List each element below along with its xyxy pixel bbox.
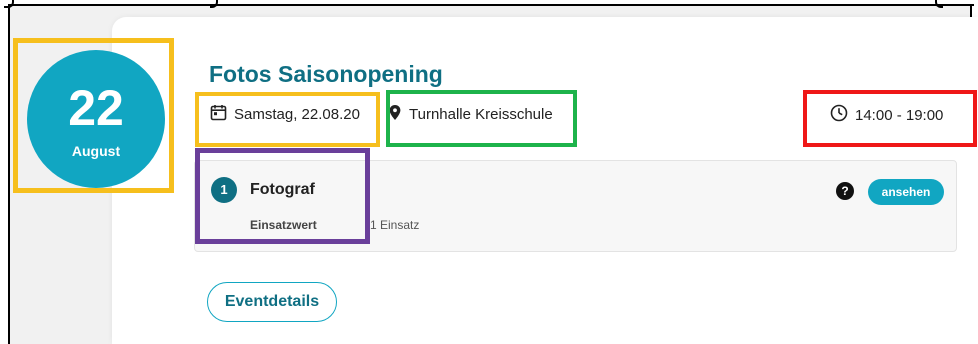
task-value: 1 Einsatz — [370, 218, 420, 232]
task-title: Fotograf — [250, 181, 315, 198]
event-month: August — [71, 143, 121, 159]
task-number-badge: 1 — [211, 177, 237, 203]
frame-top-border — [8, 4, 974, 6]
frame-left-border — [8, 4, 10, 344]
event-date-label: Samstag, 22.08.20 — [234, 106, 360, 123]
event-day: 22 — [68, 80, 124, 136]
question-icon[interactable]: ? — [836, 182, 854, 200]
screenshot-frame: 22 August Fotos Saisonopening Samstag, 2… — [0, 0, 978, 344]
event-location-label: Turnhalle Kreisschule — [409, 106, 553, 123]
task-card: 1 Fotograf Einsatzwert 1 Einsatz ? anseh… — [194, 160, 957, 252]
task-value-label: Einsatzwert — [250, 218, 317, 232]
clock-icon — [830, 104, 848, 126]
calendar-icon — [210, 104, 227, 125]
location-pin-icon — [388, 104, 402, 125]
event-title: Fotos Saisonopening — [209, 61, 443, 87]
event-location: Turnhalle Kreisschule — [388, 104, 553, 125]
event-time-label: 14:00 - 19:00 — [855, 106, 944, 124]
event-details-button[interactable]: Eventdetails — [207, 282, 337, 322]
view-task-button[interactable]: ansehen — [868, 179, 944, 205]
event-date: Samstag, 22.08.20 — [210, 104, 360, 125]
event-time: 14:00 - 19:00 — [830, 104, 943, 126]
event-date-badge: 22 August — [27, 50, 165, 188]
